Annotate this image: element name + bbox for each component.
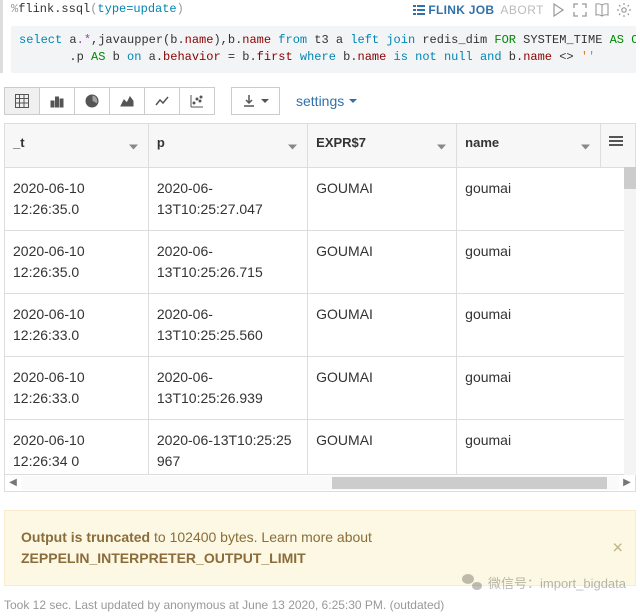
sort-caret-icon: [581, 138, 590, 153]
line-chart-icon: [155, 94, 169, 108]
table-cell: 2020-06-13T10:25:25.560: [148, 293, 307, 356]
scroll-right-icon[interactable]: ▶: [619, 475, 635, 491]
list-icon: [413, 5, 425, 15]
download-button[interactable]: [231, 87, 280, 115]
warning-strong: Output is truncated: [21, 529, 150, 545]
table-row: 2020-06-10 12:26:35.02020-06-13T10:25:27…: [5, 167, 636, 230]
warning-text: to 102400 bytes. Learn more about: [150, 529, 372, 545]
table-cell: 2020-06-10 12:26:35.0: [5, 230, 149, 293]
download-icon: [242, 94, 256, 108]
settings-label: settings: [296, 93, 344, 109]
table-cell: 2020-06-10 12:26:33.0: [5, 356, 149, 419]
column-header-t[interactable]: _t: [5, 123, 149, 167]
play-icon[interactable]: [550, 2, 566, 18]
caret-down-icon: [261, 99, 269, 103]
area-chart-icon: [120, 94, 134, 108]
viz-type-group: [4, 87, 215, 115]
download-group: [231, 87, 280, 115]
column-header-expr[interactable]: EXPR$7: [308, 123, 457, 167]
table-cell: goumai: [457, 293, 636, 356]
warning-code: ZEPPELIN_INTERPRETER_OUTPUT_LIMIT: [21, 550, 306, 566]
hamburger-icon: [609, 134, 623, 148]
scroll-left-icon[interactable]: ◀: [5, 475, 21, 491]
area-chart-button[interactable]: [109, 87, 145, 115]
table-cell: GOUMAI: [308, 293, 457, 356]
scatter-chart-button[interactable]: [179, 87, 215, 115]
table-row: 2020-06-10 12:26:33.02020-06-13T10:25:26…: [5, 356, 636, 419]
execution-status: Took 12 sec. Last updated by anonymous a…: [4, 598, 636, 612]
abort-button[interactable]: ABORT: [500, 3, 544, 17]
table-row: 2020-06-10 12:26:34 02020-06-13T10:25:25…: [5, 419, 636, 474]
pie-chart-button[interactable]: [74, 87, 110, 115]
table-cell: GOUMAI: [308, 230, 457, 293]
table-row: 2020-06-10 12:26:35.02020-06-13T10:25:26…: [5, 230, 636, 293]
table-cell: 2020-06-13T10:25:26.939: [148, 356, 307, 419]
bar-chart-button[interactable]: [39, 87, 75, 115]
scatter-chart-icon: [190, 94, 204, 108]
horizontal-scrollbar[interactable]: ◀ ▶: [4, 475, 636, 492]
output-truncated-warning: × Output is truncated to 102400 bytes. L…: [4, 510, 636, 586]
table-cell: goumai: [457, 167, 636, 230]
book-icon[interactable]: [594, 2, 610, 18]
table-cell: goumai: [457, 230, 636, 293]
sql-editor[interactable]: select a.*,javaupper(b.name),b.name from…: [11, 26, 636, 73]
column-header-p[interactable]: p: [148, 123, 307, 167]
flink-job-label: FLINK JOB: [428, 3, 494, 17]
expand-icon[interactable]: [572, 2, 588, 18]
column-menu-button[interactable]: [601, 123, 636, 167]
pie-chart-icon: [85, 94, 99, 108]
gear-icon[interactable]: [616, 2, 632, 18]
line-chart-button[interactable]: [144, 87, 180, 115]
column-header-name[interactable]: name: [457, 123, 601, 167]
table-cell: 2020-06-13T10:25:27.047: [148, 167, 307, 230]
vertical-scrollbar[interactable]: [624, 167, 636, 475]
sort-caret-icon: [437, 138, 446, 153]
close-icon[interactable]: ×: [612, 534, 623, 561]
result-table: _t p EXPR$7 name 2020-06-10 12:26:35.020…: [4, 123, 636, 475]
caret-down-icon: [349, 99, 357, 103]
sort-caret-icon: [129, 138, 138, 153]
table-cell: goumai: [457, 419, 636, 474]
table-cell: 2020-06-10 12:26:34 0: [5, 419, 149, 474]
table-cell: GOUMAI: [308, 356, 457, 419]
table-icon: [15, 94, 29, 108]
flink-job-link[interactable]: FLINK JOB: [413, 3, 495, 17]
sort-caret-icon: [288, 138, 297, 153]
table-cell: 2020-06-13T10:25:26.715: [148, 230, 307, 293]
table-row: 2020-06-10 12:26:33.02020-06-13T10:25:25…: [5, 293, 636, 356]
table-cell: GOUMAI: [308, 167, 457, 230]
table-cell: 2020-06-13T10:25:25 967: [148, 419, 307, 474]
table-cell: 2020-06-10 12:26:35.0: [5, 167, 149, 230]
bar-chart-icon: [50, 94, 64, 108]
table-cell: goumai: [457, 356, 636, 419]
table-view-button[interactable]: [4, 87, 40, 115]
table-cell: 2020-06-10 12:26:33.0: [5, 293, 149, 356]
settings-link[interactable]: settings: [296, 93, 357, 109]
table-cell: GOUMAI: [308, 419, 457, 474]
